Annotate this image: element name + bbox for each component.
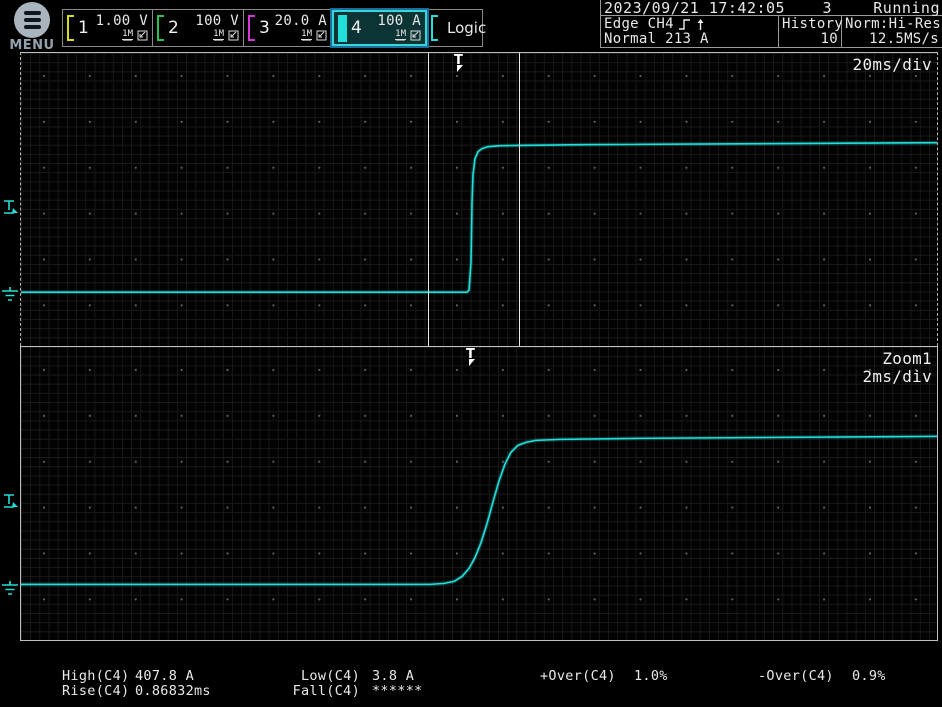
channel-1-button[interactable]: 1 1.00 V 1M [63, 10, 153, 46]
history-label: History [782, 17, 838, 32]
measurement-value: 1.0% [634, 669, 668, 684]
acquisition-mode: Norm:Hi-Res [845, 17, 939, 32]
probe-attenuation-icon [137, 30, 148, 41]
measurement-label: +Over(C4) [540, 669, 634, 684]
measurement-value: ****** [372, 684, 423, 699]
trigger-mode-level: Normal 213 A [604, 32, 775, 47]
probe-attenuation-icon [228, 30, 239, 41]
ch4-trace [21, 143, 937, 292]
channel-2-color-bracket [157, 15, 164, 41]
rising-edge-icon [678, 18, 692, 31]
measurement-label: Low(C4) [288, 669, 360, 684]
menu-button-label: MENU [8, 38, 56, 53]
acquisition-mode-cell[interactable]: Norm:Hi-Res 12.5MS/s [842, 16, 942, 47]
input-impedance-icon: 1M [213, 30, 224, 40]
measurement-column: High(C4) 407.8 A Rise(C4) 0.86832ms [62, 669, 211, 699]
measurement-label: Fall(C4) [288, 684, 360, 699]
channel-scale-value: 100 A [377, 14, 421, 29]
trigger-settings-cell[interactable]: Edge CH4 Normal 213 A [601, 16, 779, 47]
ch4-trace-glow [21, 143, 937, 292]
channel-4-color-bracket [338, 15, 347, 42]
measurement-column: Low(C4) 3.8 A Fall(C4) ****** [288, 669, 423, 699]
history-cell[interactable]: History 10 [779, 16, 842, 47]
status-panel: 2023/09/21 17:42:05 3 Running Edge CH4 N… [600, 0, 942, 48]
input-impedance-icon: 1M [395, 30, 406, 40]
zoom-trigger-position-icon[interactable]: T [466, 348, 475, 361]
channel-3-color-bracket [248, 15, 255, 41]
channel-2-button[interactable]: 2 100 V 1M [153, 10, 244, 46]
trigger-flag-icon [469, 359, 475, 366]
channel-4-button[interactable]: 4 100 A 1M [332, 10, 427, 46]
channel-number: 3 [259, 18, 270, 38]
channel-scale-value: 100 V [195, 14, 239, 29]
main-timebase-label: 20ms/div [853, 55, 932, 74]
channel4-ground-marker[interactable] [1, 287, 19, 303]
measurement-column: +Over(C4) 1.0% [540, 669, 668, 684]
channel-3-button[interactable]: 3 20.0 A 1M [244, 10, 332, 46]
zoom-timebase-label: 2ms/div [862, 367, 932, 386]
acquisition-count: 3 [822, 0, 832, 16]
history-value: 10 [782, 32, 838, 47]
measurement-value: 0.9% [852, 669, 886, 684]
slope-up-arrow-icon [696, 18, 705, 31]
main-waveform-area[interactable]: T 20ms/div [20, 52, 938, 346]
measurement-readouts: High(C4) 407.8 A Rise(C4) 0.86832ms Low(… [0, 669, 942, 703]
channel-bar: 1 1.00 V 1M 2 100 V 1M [62, 9, 483, 47]
hamburger-menu-icon [14, 2, 50, 38]
measurement-value: 3.8 A [372, 669, 414, 684]
trigger-flag-icon [457, 65, 463, 72]
input-impedance-icon: 1M [301, 30, 312, 40]
zoom-window-left-edge[interactable] [428, 53, 429, 346]
zoom-trigger-level-marker[interactable] [2, 493, 20, 510]
zoom-window-right-edge[interactable] [519, 53, 520, 346]
ch4-zoom-trace-glow [21, 436, 937, 584]
status-top-row: 2023/09/21 17:42:05 3 Running [601, 0, 942, 16]
zoom-waveform-area[interactable]: T Zoom1 2ms/div [20, 346, 938, 641]
logic-label: Logic [447, 19, 486, 37]
ch4-zoom-trace [21, 436, 937, 584]
trigger-position-icon[interactable]: T [454, 54, 463, 67]
measurement-label: High(C4) [62, 669, 135, 684]
channel-scale-value: 1.00 V [96, 14, 148, 29]
logic-color-bracket [431, 15, 438, 41]
measurement-label: -Over(C4) [758, 669, 852, 684]
zoom-channel4-ground-marker[interactable] [1, 581, 19, 597]
trigger-level-marker[interactable] [2, 199, 20, 216]
probe-attenuation-icon [316, 30, 327, 41]
measurement-column: -Over(C4) 0.9% [758, 669, 886, 684]
channel-number: 4 [351, 18, 362, 38]
zoom-window-title: Zoom1 [882, 349, 932, 368]
trigger-type: Edge CH4 [604, 17, 674, 32]
run-state-indicator: Running [873, 0, 940, 16]
measurement-value: 407.8 A [135, 669, 194, 684]
sample-rate: 12.5MS/s [845, 32, 939, 47]
probe-attenuation-icon [410, 30, 421, 41]
logic-button[interactable]: Logic [427, 10, 482, 46]
measurement-value: 0.86832ms [135, 684, 211, 699]
datetime: 2023/09/21 17:42:05 [604, 0, 785, 17]
input-impedance-icon: 1M [122, 30, 133, 40]
menu-button[interactable]: MENU [8, 2, 56, 53]
channel-number: 1 [78, 18, 89, 38]
channel-number: 2 [168, 18, 179, 38]
oscilloscope-screen: MENU 1 1.00 V 1M 2 100 V [0, 0, 942, 707]
channel-1-color-bracket [67, 15, 74, 41]
channel-scale-value: 20.0 A [275, 14, 327, 29]
measurement-label: Rise(C4) [62, 684, 135, 699]
